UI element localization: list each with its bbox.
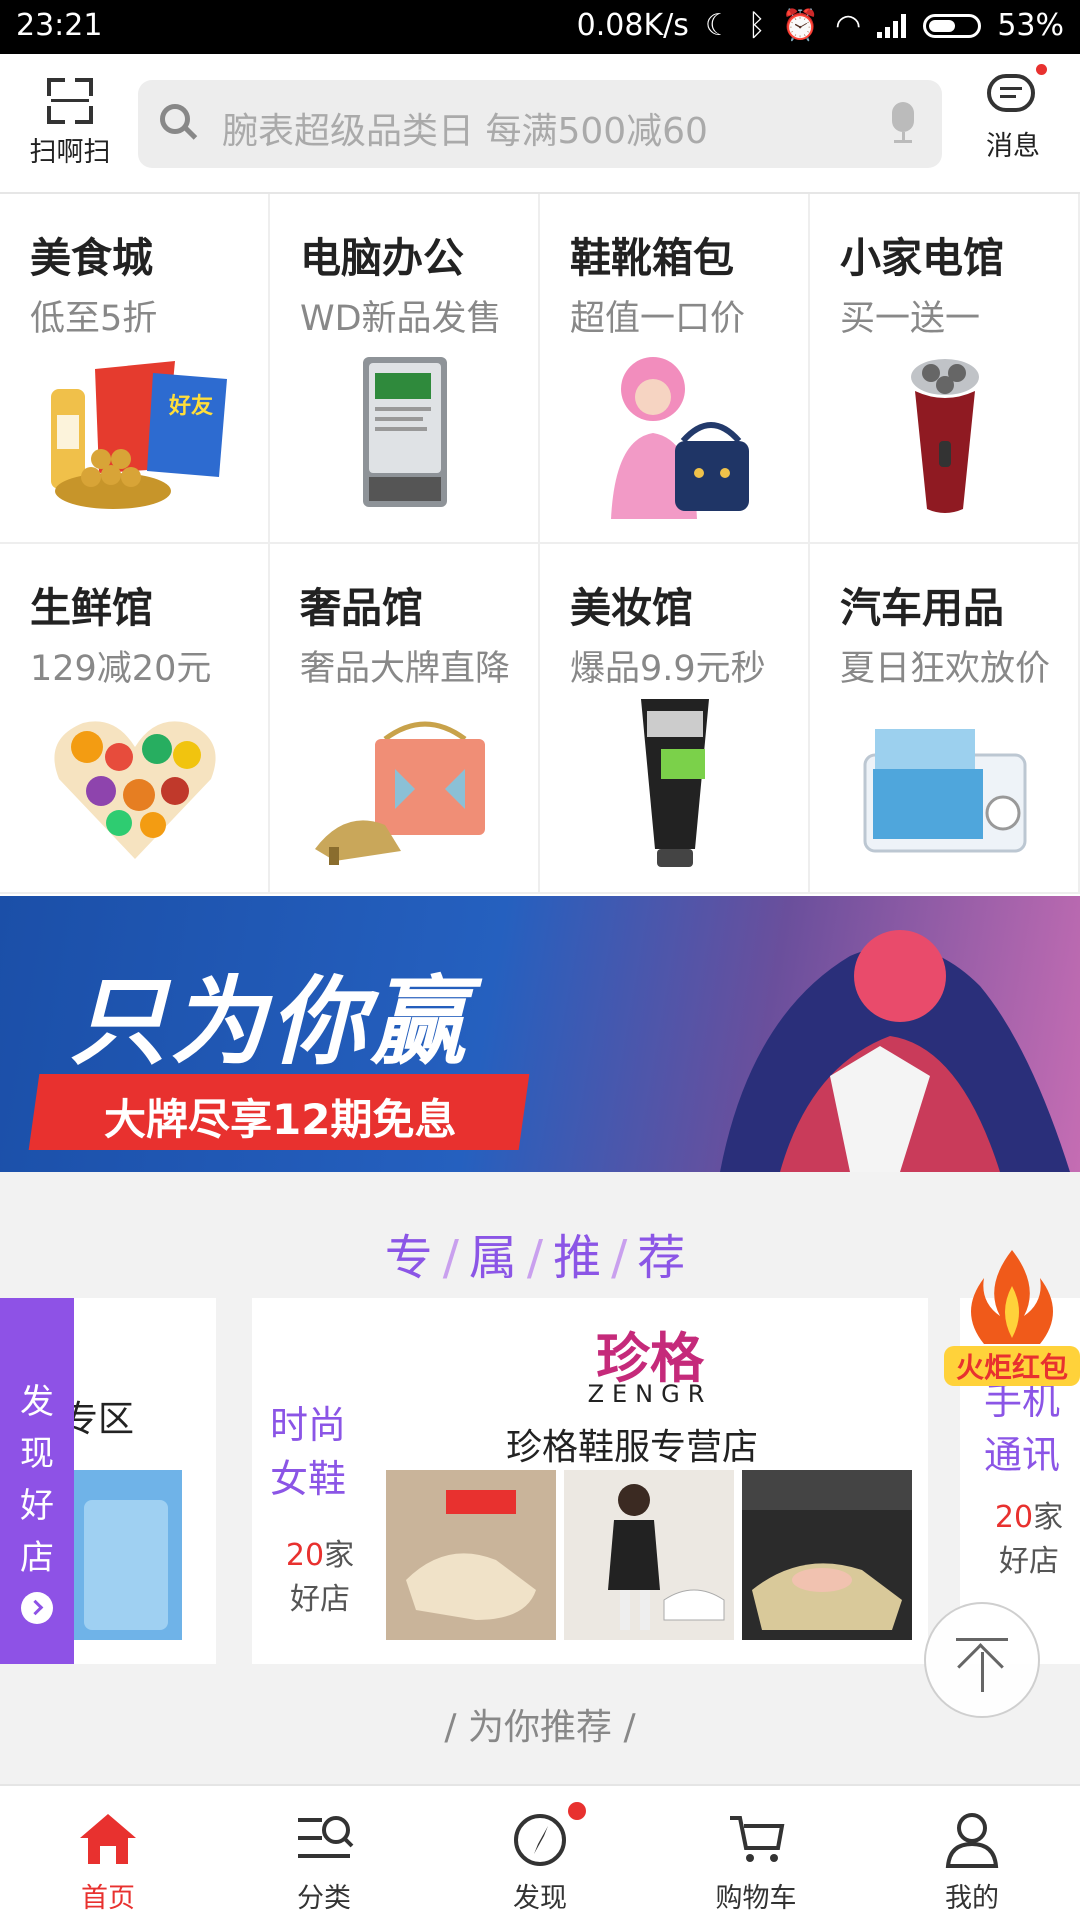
badge-label: 火炬红包	[944, 1346, 1080, 1386]
scan-label: 扫啊扫	[29, 137, 111, 168]
banner-headline: 只为你赢	[70, 966, 470, 1078]
search-bar[interactable]: 腕表超级品类日 每满500减60	[138, 80, 942, 168]
card-shop-count: 20家 好店	[285, 1538, 355, 1617]
tab-cart[interactable]: 购物车	[648, 1786, 864, 1922]
alarm-icon: ⏰	[781, 8, 820, 43]
moon-icon: ☾	[704, 8, 732, 43]
search-icon	[160, 104, 190, 134]
wardrobe-image	[70, 1470, 182, 1640]
promo-banner[interactable]: 只为你赢 大牌尽享12期免息	[0, 896, 1080, 1172]
category-title: 生鲜馆	[30, 584, 153, 632]
message-label: 消息	[986, 131, 1040, 162]
card-category: 时尚 女鞋	[270, 1403, 347, 1501]
category-cell[interactable]: 电脑办公 WD新品发售	[270, 194, 540, 544]
scan-button[interactable]: 扫啊扫	[22, 78, 118, 169]
user-icon	[945, 1813, 999, 1868]
signal-icon	[877, 13, 907, 38]
card-shop-count: 20家 好店	[994, 1500, 1064, 1579]
face-wash-image	[641, 699, 709, 867]
bluetooth-icon: ᛒ	[747, 8, 766, 43]
category-cell[interactable]: 美食城 低至5折 好友	[0, 194, 270, 544]
home-icon	[80, 1814, 136, 1864]
car-fridge-image	[863, 729, 1027, 853]
category-subtitle: WD新品发售	[300, 299, 502, 339]
microphone-icon[interactable]	[892, 102, 916, 146]
category-cell[interactable]: 美妆馆 爆品9.9元秒	[540, 544, 810, 894]
cart-icon	[730, 1816, 785, 1862]
athlete-image	[720, 930, 1070, 1172]
tab-home[interactable]: 首页	[0, 1786, 216, 1922]
tab-label: 我的	[945, 1883, 999, 1914]
category-title: 美食城	[30, 234, 153, 282]
for-you-heading: / 为你推荐 /	[444, 1707, 636, 1748]
banner-tagline: 大牌尽享12期免息	[104, 1095, 457, 1144]
chevron-right-icon	[21, 1592, 53, 1624]
top-header: 扫啊扫 腕表超级品类日 每满500减60 消息	[0, 54, 1080, 194]
category-title: 美妆馆	[570, 584, 693, 632]
discover-badge-dot	[568, 1802, 586, 1820]
discover-shops-panel[interactable]: 发 现 好 店	[0, 1298, 74, 1664]
hard-drive-image	[363, 357, 447, 507]
category-title: 奢品馆	[300, 584, 423, 632]
category-title: 电脑办公	[300, 234, 464, 282]
category-subtitle: 奢品大牌直降	[300, 649, 511, 689]
recommend-title: 专/属/推/荐	[384, 1230, 696, 1286]
category-cell[interactable]: 奢品馆 奢品大牌直降	[270, 544, 540, 894]
handbag-model-image	[611, 357, 749, 519]
tab-discover[interactable]: 发现	[432, 1786, 648, 1922]
compass-icon	[514, 1814, 566, 1866]
status-bar: 23:21 0.08K/s ☾ ᛒ ⏰ ◠ 53%	[0, 0, 1080, 54]
electric-shaver-image	[911, 359, 979, 513]
bottom-tab-bar: 首页 分类 发现 购物车 我的	[0, 1784, 1080, 1922]
network-speed: 0.08K/s	[576, 8, 689, 43]
shop-name: 珍格鞋服专营店	[505, 1427, 758, 1468]
message-icon	[987, 64, 1047, 118]
category-title: 汽车用品	[840, 584, 1004, 632]
category-subtitle: 买一送一	[840, 299, 981, 339]
category-subtitle: 夏日狂欢放价	[840, 649, 1051, 689]
tab-category[interactable]: 分类	[216, 1786, 432, 1922]
category-subtitle: 低至5折	[30, 299, 158, 339]
status-time: 23:21	[16, 8, 103, 43]
category-cell[interactable]: 鞋靴箱包 超值一口价	[540, 194, 810, 544]
card-category: 手机 通讯	[984, 1379, 1061, 1477]
tab-label: 分类	[297, 1883, 351, 1914]
category-cell[interactable]: 小家电馆 买一送一	[810, 194, 1080, 544]
brand-name-en: ZENGR	[587, 1380, 713, 1408]
snack-food-image: 好友	[51, 361, 227, 509]
battery-icon	[923, 13, 982, 38]
category-title: 小家电馆	[840, 234, 1004, 282]
category-grid: 美食城 低至5折 好友 电脑办公 WD新品发售 鞋靴箱包 超值一口价 小家电馆 …	[0, 194, 1080, 896]
tab-label: 发现	[513, 1883, 567, 1914]
category-subtitle: 超值一口价	[570, 299, 746, 339]
product-thumb-wedge[interactable]	[742, 1470, 912, 1640]
category-icon	[298, 1816, 354, 1858]
search-placeholder: 腕表超级品类日 每满500减60	[222, 111, 708, 152]
wifi-icon: ◠	[835, 8, 862, 43]
svg-text:好友: 好友	[168, 393, 213, 419]
battery-percent: 53%	[997, 8, 1064, 43]
scan-icon	[47, 78, 93, 124]
tab-mine[interactable]: 我的	[864, 1786, 1080, 1922]
tab-label: 首页	[81, 1883, 135, 1914]
category-title: 鞋靴箱包	[570, 234, 734, 282]
fruit-heart-image	[54, 721, 216, 859]
luxury-bag-shoes-image	[315, 721, 485, 865]
message-button[interactable]: 消息	[968, 64, 1058, 163]
category-subtitle: 129减20元	[30, 649, 212, 689]
torch-red-packet-badge[interactable]: 火炬红包	[944, 1246, 1080, 1386]
shop-card-zengr[interactable]: 时尚 女鞋 20家 好店 珍格 ZENGR 珍格鞋服专营店	[252, 1298, 928, 1664]
tab-label: 购物车	[715, 1883, 797, 1914]
product-thumb-sandal[interactable]	[386, 1470, 556, 1640]
product-thumb-model[interactable]	[564, 1470, 734, 1640]
message-unread-dot	[1036, 64, 1047, 75]
category-subtitle: 爆品9.9元秒	[570, 649, 766, 689]
category-cell[interactable]: 生鲜馆 129减20元	[0, 544, 270, 894]
category-cell[interactable]: 汽车用品 夏日狂欢放价	[810, 544, 1080, 894]
